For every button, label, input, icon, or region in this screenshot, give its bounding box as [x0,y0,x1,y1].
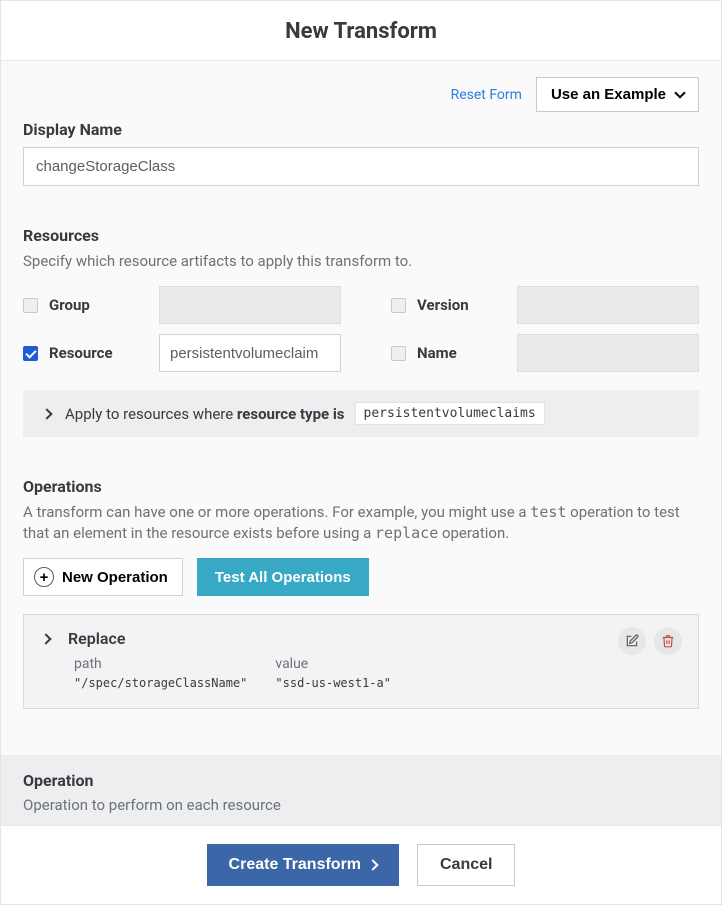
edit-operation-button[interactable] [618,627,646,655]
page-title: New Transform [1,19,721,44]
resource-checkbox[interactable] [23,346,38,361]
apply-value: persistentvolumeclaims [355,402,545,425]
test-all-operations-button[interactable]: Test All Operations [197,558,369,596]
display-name-label: Display Name [23,120,699,139]
apply-prefix: Apply to resources where [65,405,237,423]
operations-heading: Operations [23,477,699,496]
op-path-label: path [74,656,247,672]
name-checkbox[interactable] [391,346,406,361]
new-operation-label: New Operation [62,569,168,586]
operations-desc: A transform can have one or more operati… [23,502,699,544]
resource-input[interactable] [159,334,341,372]
apply-expand-toggle[interactable] [39,406,55,422]
trash-icon [661,634,675,648]
version-input [517,286,699,324]
version-checkbox[interactable] [391,298,406,313]
op-value-label: value [275,656,391,672]
use-example-label: Use an Example [551,86,666,103]
resources-heading: Resources [23,226,699,245]
chevron-right-icon [40,633,51,644]
resources-desc: Specify which resource artifacts to appl… [23,251,699,272]
chevron-right-icon [41,408,52,419]
plus-icon: + [34,567,54,587]
apply-summary-bar: Apply to resources where resource type i… [23,390,699,437]
operation-section-heading: Operation [23,771,699,790]
create-transform-button[interactable]: Create Transform [207,844,400,886]
resource-label: Resource [49,344,149,362]
reset-form-link[interactable]: Reset Form [451,87,522,103]
operation-card: Replace path "/spec/storageClassName" va… [23,614,699,709]
group-checkbox[interactable] [23,298,38,313]
group-label: Group [49,296,149,314]
name-label: Name [417,344,507,362]
apply-bold: resource type is [237,405,345,423]
operation-expand-toggle[interactable] [42,629,50,647]
display-name-input[interactable] [23,147,699,186]
cancel-button[interactable]: Cancel [417,844,515,886]
new-operation-button[interactable]: + New Operation [23,558,183,596]
operation-section-desc: Operation to perform on each resource [23,796,699,814]
use-example-button[interactable]: Use an Example [536,77,699,112]
delete-operation-button[interactable] [654,627,682,655]
op-value-value: "ssd-us-west1-a" [275,676,391,690]
chevron-right-icon [367,859,378,870]
create-transform-label: Create Transform [229,856,362,874]
chevron-down-icon [674,87,685,98]
group-input [159,286,341,324]
op-path-value: "/spec/storageClassName" [74,676,247,690]
operation-title: Replace [68,629,680,648]
version-label: Version [417,296,507,314]
edit-icon [625,634,639,648]
name-input [517,334,699,372]
